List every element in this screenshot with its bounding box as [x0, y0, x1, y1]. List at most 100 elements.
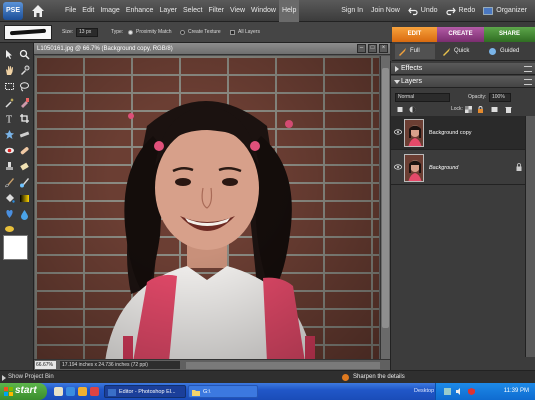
eye-icon[interactable]	[394, 164, 402, 170]
sponge-tool-icon[interactable]	[4, 223, 15, 234]
menu-layer[interactable]: Layer	[156, 0, 180, 22]
quicklaunch-app-icon[interactable]	[90, 387, 99, 396]
network-icon[interactable]	[444, 388, 451, 395]
move-tool-icon[interactable]	[4, 49, 15, 60]
tab-create[interactable]: CREATE	[437, 27, 484, 42]
organizer-button[interactable]: Organizer	[496, 0, 527, 22]
smart-brush-tool-icon[interactable]	[19, 177, 30, 188]
desktop-toolbar-label[interactable]: Desktop	[414, 388, 434, 394]
show-project-bin-button[interactable]: Show Project Bin	[8, 374, 54, 380]
start-button[interactable]: start	[0, 383, 47, 400]
tip-text[interactable]: Sharpen the details	[353, 374, 405, 380]
subtab-full-label: Full	[410, 48, 420, 54]
home-icon[interactable]	[30, 3, 46, 19]
image-canvas[interactable]	[35, 56, 379, 362]
menu-file[interactable]: File	[62, 0, 79, 22]
gradient-tool-icon[interactable]	[19, 193, 30, 204]
menu-filter[interactable]: Filter	[205, 0, 227, 22]
undo-button[interactable]: Undo	[421, 0, 438, 22]
subtab-full[interactable]: Full	[395, 44, 435, 59]
marquee-tool-icon[interactable]	[4, 81, 15, 92]
create-texture-radio[interactable]	[180, 30, 185, 35]
eyedropper-tool-icon[interactable]	[19, 65, 30, 76]
subtab-quick[interactable]: Quick	[439, 44, 481, 59]
lock-transparent-icon[interactable]	[465, 106, 472, 113]
eraser-tool-icon[interactable]	[19, 161, 30, 172]
security-icon[interactable]	[468, 388, 475, 395]
panel-menu-icon[interactable]	[524, 79, 532, 85]
layers-panel-title: Layers	[401, 78, 423, 85]
menu-edit[interactable]: Edit	[79, 0, 97, 22]
zoom-level-field[interactable]: 66.67%	[35, 361, 56, 369]
shape-tool-icon[interactable]	[4, 209, 15, 220]
clone-stamp-tool-icon[interactable]	[4, 161, 15, 172]
horizontal-scrollbar[interactable]	[186, 362, 380, 369]
menu-help[interactable]: Help	[278, 0, 300, 22]
toolbox: T	[0, 43, 34, 370]
straighten-tool-icon[interactable]	[19, 129, 30, 140]
menu-view[interactable]: View	[227, 0, 248, 22]
taskbar-item-label: Editor - Photoshop El...	[119, 389, 176, 395]
menu-window[interactable]: Window	[248, 0, 279, 22]
spot-healing-tool-icon[interactable]	[19, 145, 30, 156]
subtab-guided[interactable]: Guided	[485, 44, 531, 59]
blend-mode-select[interactable]: Normal	[395, 93, 450, 102]
taskbar-item-photoshop[interactable]: Editor - Photoshop El...	[104, 385, 186, 398]
blur-tool-icon[interactable]	[19, 209, 30, 220]
effects-panel-header[interactable]: Effects	[391, 63, 535, 75]
layer-name[interactable]: Background copy	[429, 130, 472, 136]
selection-brush-tool-icon[interactable]	[19, 97, 30, 108]
menu-select[interactable]: Select	[180, 0, 205, 22]
size-input[interactable]: 13 px	[76, 28, 98, 37]
delete-layer-icon[interactable]	[505, 106, 512, 113]
layers-panel-header[interactable]: Layers	[391, 76, 535, 88]
layer-row[interactable]: Background copy	[391, 116, 535, 150]
brush-tool-icon[interactable]	[4, 177, 15, 188]
quicklaunch-explorer-icon[interactable]	[54, 387, 63, 396]
menu-image[interactable]: Image	[97, 0, 122, 22]
new-layer-icon[interactable]	[397, 106, 404, 113]
all-layers-checkbox[interactable]	[230, 30, 235, 35]
eye-icon[interactable]	[394, 129, 402, 135]
menu-enhance[interactable]: Enhance	[123, 0, 157, 22]
brush-preview[interactable]	[4, 25, 52, 40]
organizer-icon[interactable]	[483, 6, 494, 16]
join-now-link[interactable]: Join Now	[371, 0, 400, 22]
panel-menu-icon[interactable]	[524, 66, 532, 72]
volume-icon[interactable]	[456, 388, 463, 395]
opacity-input[interactable]: 100%	[489, 93, 511, 102]
project-bin-toggle-icon[interactable]	[2, 375, 6, 381]
paint-bucket-tool-icon[interactable]	[4, 193, 15, 204]
vertical-scrollbar[interactable]	[380, 56, 390, 362]
taskbar-item-explorer[interactable]: G:\	[188, 385, 258, 398]
vertical-scroll-thumb[interactable]	[382, 68, 389, 328]
layers-scrollbar[interactable]	[525, 116, 535, 357]
layer-row[interactable]: Background	[391, 151, 535, 185]
hand-tool-icon[interactable]	[4, 65, 15, 76]
maximize-button[interactable]: □	[368, 44, 377, 53]
document-info[interactable]: 17.194 inches x 24.736 inches (72 ppi)	[60, 361, 180, 369]
undo-icon[interactable]	[408, 6, 418, 16]
magic-wand-tool-icon[interactable]	[4, 97, 15, 108]
lasso-tool-icon[interactable]	[19, 81, 30, 92]
close-button[interactable]: ×	[379, 44, 388, 53]
tab-edit[interactable]: EDIT	[392, 27, 437, 42]
red-eye-tool-icon[interactable]	[4, 145, 15, 156]
zoom-tool-icon[interactable]	[19, 49, 30, 60]
sign-in-link[interactable]: Sign In	[341, 0, 363, 22]
link-layers-icon[interactable]	[491, 106, 498, 113]
cookie-cutter-tool-icon[interactable]	[4, 129, 15, 140]
minimize-button[interactable]: –	[357, 44, 366, 53]
quicklaunch-browser-icon[interactable]	[66, 387, 75, 396]
adjustment-layer-icon[interactable]	[409, 106, 416, 113]
redo-button[interactable]: Redo	[459, 0, 476, 22]
proximity-match-radio[interactable]	[128, 30, 133, 35]
lock-all-icon[interactable]	[477, 106, 484, 113]
type-tool-icon[interactable]: T	[4, 113, 15, 125]
tab-share[interactable]: SHARE	[484, 27, 535, 42]
foreground-color-swatch[interactable]	[3, 235, 28, 260]
layer-name[interactable]: Background	[429, 165, 458, 171]
quicklaunch-folder-icon[interactable]	[78, 387, 87, 396]
crop-tool-icon[interactable]	[19, 113, 30, 124]
redo-icon[interactable]	[445, 6, 456, 16]
